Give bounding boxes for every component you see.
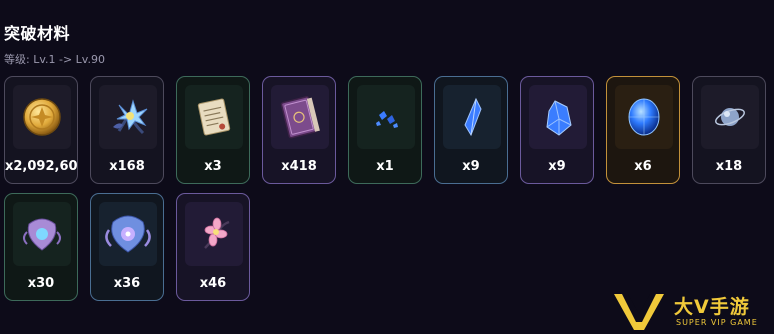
scroll-note-icon (185, 85, 243, 149)
material-quantity: x2,092,600 (5, 159, 78, 174)
material-card-scroll[interactable]: x3 (176, 76, 250, 184)
material-quantity: x46 (199, 276, 227, 291)
material-quantity: x18 (715, 159, 743, 174)
mora-coin-icon (13, 85, 71, 149)
watermark-brand: 大V手游 (674, 296, 750, 318)
material-quantity: x9 (548, 159, 566, 174)
material-card-gem-sliver[interactable]: x1 (348, 76, 422, 184)
material-quantity: x168 (109, 159, 145, 174)
orb-core-gray-icon (701, 85, 759, 149)
material-card-orb-gray[interactable]: x18 (692, 76, 766, 184)
blue-gem-sliver-icon (357, 85, 415, 149)
material-card-gem-fragment[interactable]: x9 (434, 76, 508, 184)
orb-core-blue-icon (99, 202, 157, 266)
material-card-orb-green[interactable]: x30 (4, 193, 78, 301)
material-quantity: x6 (634, 159, 652, 174)
material-quantity: x9 (462, 159, 480, 174)
material-quantity: x36 (113, 276, 141, 291)
blue-gem-fragment-icon (443, 85, 501, 149)
pink-flower-icon (185, 202, 243, 266)
orb-core-green-icon (13, 202, 71, 266)
material-card-gem-chunk[interactable]: x9 (520, 76, 594, 184)
material-card-orb-blue[interactable]: x36 (90, 193, 164, 301)
section-title: 突破材料 (4, 24, 71, 43)
v-logo-icon (614, 294, 664, 330)
material-quantity: x30 (27, 276, 55, 291)
material-quantity: x3 (204, 159, 222, 174)
material-quantity: x418 (281, 159, 317, 174)
material-card-flower[interactable]: x168 (90, 76, 164, 184)
blue-gem-chunk-icon (529, 85, 587, 149)
watermark-logo: 大V手游 SUPER VIP GAME (612, 292, 772, 332)
blue-gemstone-icon (615, 85, 673, 149)
purple-book-icon (271, 85, 329, 149)
watermark-tagline: SUPER VIP GAME (676, 318, 758, 327)
material-card-pink-flower[interactable]: x46 (176, 193, 250, 301)
level-range: 等级: Lv.1 -> Lv.90 (4, 53, 105, 66)
material-card-book[interactable]: x418 (262, 76, 336, 184)
blue-flower-icon (99, 85, 157, 149)
material-quantity: x1 (376, 159, 394, 174)
material-card-gemstone[interactable]: x6 (606, 76, 680, 184)
material-card-mora[interactable]: x2,092,600 (4, 76, 78, 184)
